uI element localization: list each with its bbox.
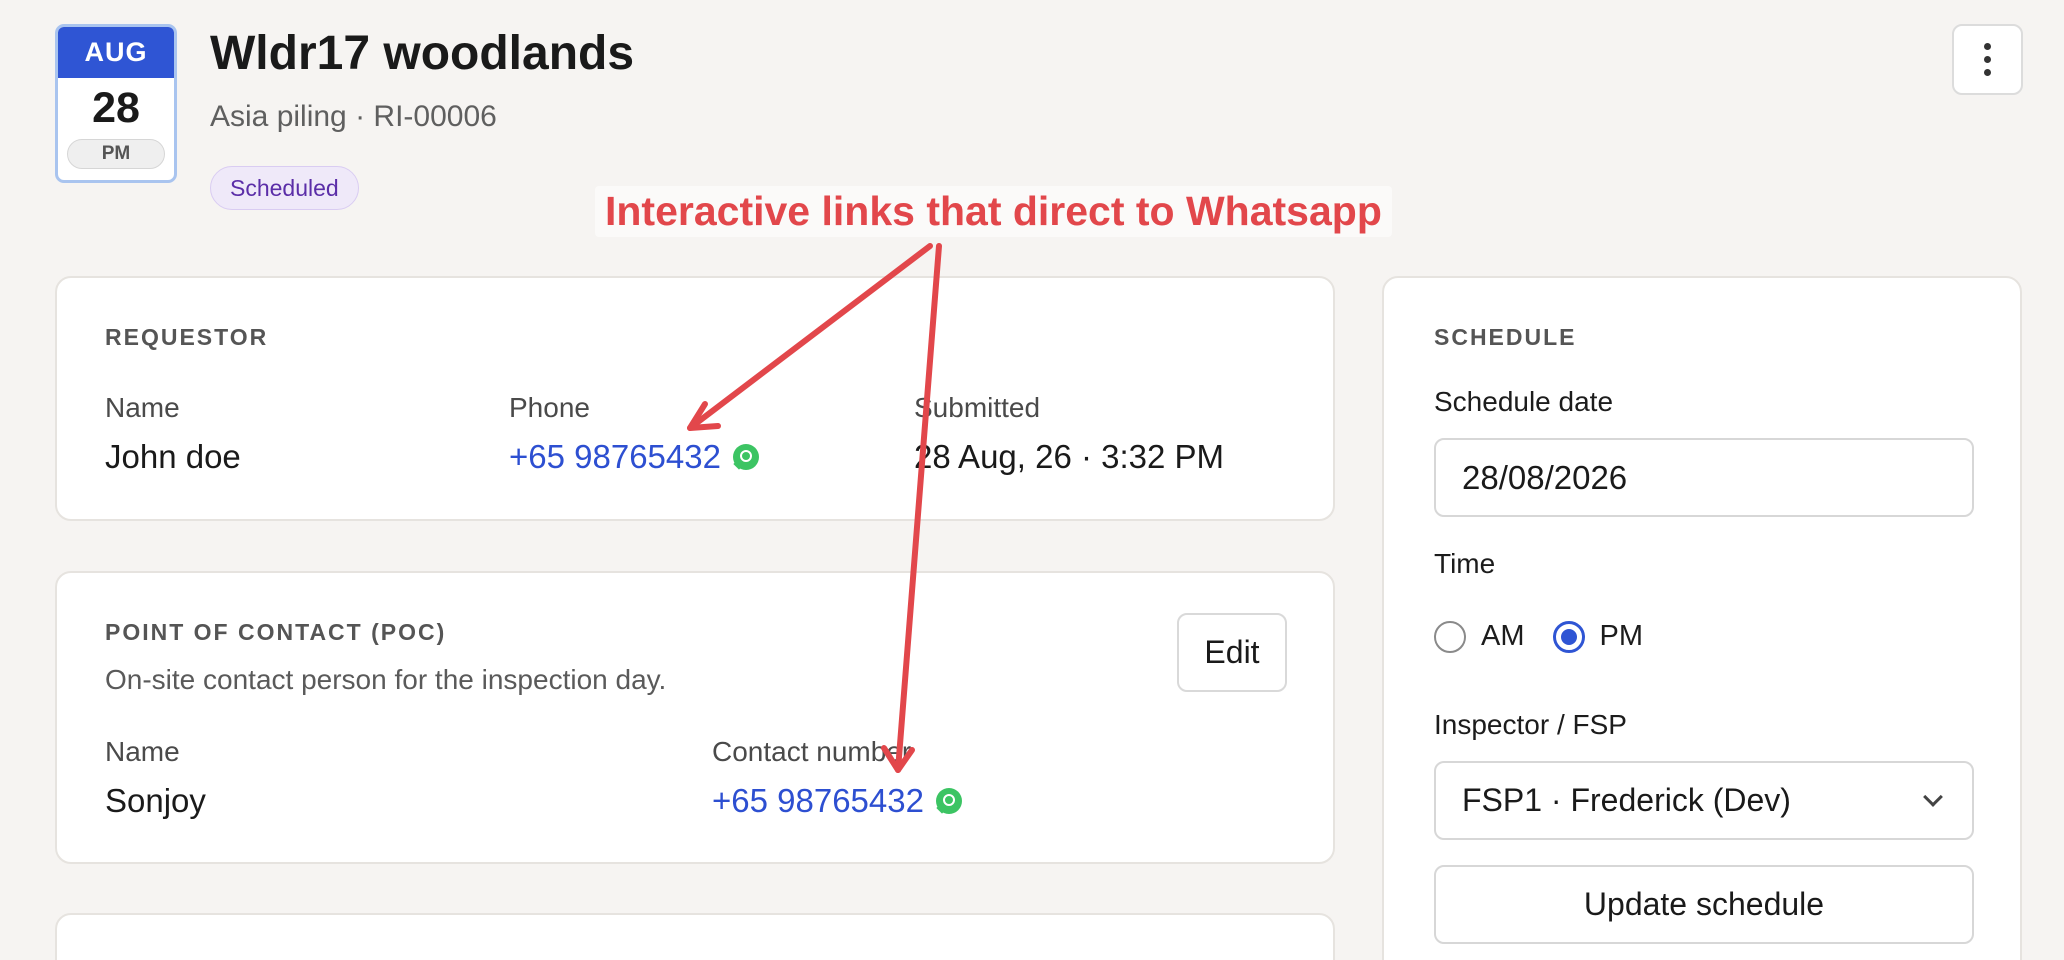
- poc-description: On-site contact person for the inspectio…: [105, 664, 667, 695]
- schedule-card: SCHEDULE Schedule date Time AM PM Inspec…: [1382, 276, 2022, 960]
- poc-contact-link[interactable]: +65 98765432: [712, 782, 962, 820]
- more-vertical-icon-dot: [1984, 69, 1991, 76]
- inspection-detail-page: AUG 28 PM Wldr17 woodlands Asia piling ·…: [0, 0, 2064, 960]
- more-vertical-icon: [1984, 43, 1991, 50]
- next-card: [55, 913, 1335, 960]
- schedule-section-label: SCHEDULE: [1434, 324, 1577, 350]
- requestor-submitted-value: 28 Aug, 26 · 3:32 PM: [914, 438, 1225, 475]
- whatsapp-icon: [732, 444, 759, 470]
- time-label: Time: [1434, 548, 1496, 579]
- date-month: AUG: [58, 27, 174, 78]
- date-badge: AUG 28 PM: [55, 24, 177, 183]
- inspector-select[interactable]: FSP1 · Frederick (Dev): [1434, 761, 1974, 840]
- more-vertical-icon-dot: [1984, 56, 1991, 63]
- poc-edit-button[interactable]: Edit: [1177, 613, 1287, 692]
- time-option-pm-label: PM: [1599, 620, 1644, 652]
- whatsapp-icon: [935, 788, 962, 814]
- poc-contact-label: Contact number: [712, 736, 912, 767]
- requestor-submitted-label: Submitted: [914, 392, 1041, 423]
- page-subtitle: Asia piling · RI-00006: [210, 100, 497, 133]
- time-option-pm[interactable]: PM: [1552, 620, 1644, 653]
- update-schedule-button[interactable]: Update schedule: [1434, 865, 1974, 944]
- time-option-am-label: AM: [1481, 620, 1525, 652]
- date-day: 28: [92, 84, 140, 132]
- annotation-label: Interactive links that direct to Whatsap…: [595, 186, 1392, 237]
- inspector-select-value: FSP1 · Frederick (Dev): [1462, 782, 1791, 818]
- requestor-phone-link[interactable]: +65 98765432: [509, 438, 759, 476]
- chevron-down-icon: [1923, 786, 1943, 807]
- time-option-am[interactable]: AM: [1434, 620, 1525, 653]
- requestor-phone-value: +65 98765432: [509, 438, 721, 475]
- status-badge: Scheduled: [210, 166, 359, 210]
- date-period: PM: [67, 139, 165, 169]
- poc-section-label: POINT OF CONTACT (POC): [105, 619, 447, 645]
- radio-pm[interactable]: [1552, 620, 1585, 653]
- radio-am[interactable]: [1434, 620, 1466, 653]
- time-radio-group: AM PM: [1434, 620, 1643, 653]
- schedule-date-input[interactable]: [1434, 438, 1974, 517]
- page-title: Wldr17 woodlands: [210, 27, 635, 80]
- poc-name-value: Sonjoy: [105, 782, 206, 819]
- requestor-section-label: REQUESTOR: [105, 324, 269, 350]
- requestor-name-label: Name: [105, 392, 180, 423]
- schedule-date-label: Schedule date: [1434, 386, 1614, 417]
- more-options-button[interactable]: [1952, 24, 2023, 95]
- requestor-card: REQUESTOR Name John doe Phone +65 987654…: [55, 276, 1335, 521]
- requestor-phone-label: Phone: [509, 392, 590, 423]
- inspector-label: Inspector / FSP: [1434, 709, 1627, 740]
- poc-name-label: Name: [105, 736, 180, 767]
- poc-contact-value: +65 98765432: [712, 782, 924, 819]
- requestor-name-value: John doe: [105, 438, 241, 475]
- poc-card: POINT OF CONTACT (POC) On-site contact p…: [55, 571, 1335, 864]
